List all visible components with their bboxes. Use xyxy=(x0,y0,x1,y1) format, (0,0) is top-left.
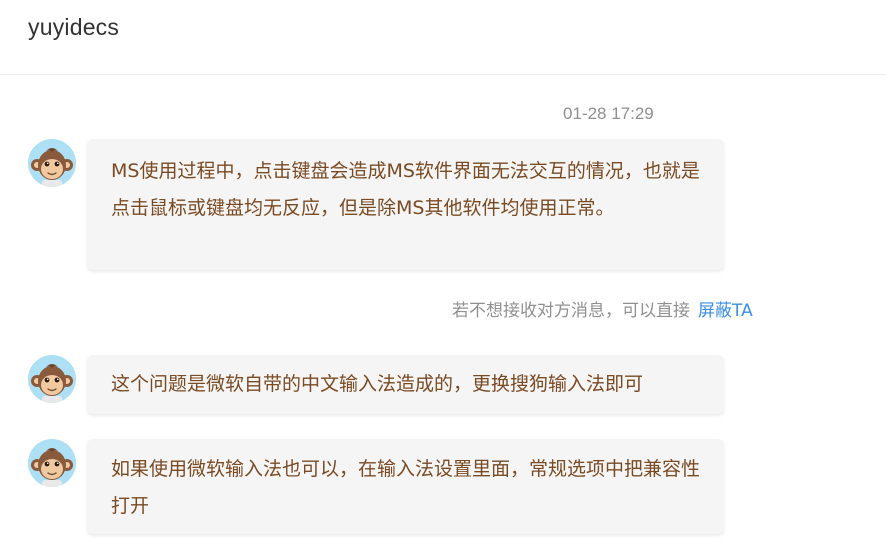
monkey-avatar-icon xyxy=(28,139,76,187)
chat-header: yuyidecs xyxy=(0,0,886,75)
message-bubble: MS使用过程中，点击键盘会造成MS软件界面无法交互的情况，也就是点击鼠标或键盘均… xyxy=(87,139,724,270)
message-text: 这个问题是微软自带的中文输入法造成的，更换搜狗输入法即可 xyxy=(111,373,644,395)
sender-avatar[interactable] xyxy=(28,139,76,187)
block-notice-text: 若不想接收对方消息，可以直接 xyxy=(452,301,690,321)
block-notice: 若不想接收对方消息，可以直接 屏蔽TA xyxy=(452,296,753,321)
message-bubble: 这个问题是微软自带的中文输入法造成的，更换搜狗输入法即可 xyxy=(87,355,724,414)
message-text: MS使用过程中，点击键盘会造成MS软件界面无法交互的情况，也就是点击鼠标或键盘均… xyxy=(111,160,700,219)
sender-avatar[interactable] xyxy=(28,355,76,403)
monkey-avatar-icon xyxy=(28,439,76,487)
message-bubble: 如果使用微软输入法也可以，在输入法设置里面，常规选项中把兼容性打开 xyxy=(87,439,724,534)
block-contact-link[interactable]: 屏蔽TA xyxy=(698,301,753,321)
message-text: 如果使用微软输入法也可以，在输入法设置里面，常规选项中把兼容性打开 xyxy=(111,458,701,517)
message-timestamp: 01-28 17:29 xyxy=(563,104,654,123)
sender-avatar[interactable] xyxy=(28,439,76,487)
chat-window: yuyidecs 01-28 17:29 MS使用过程中，点击键盘会造成MS软件… xyxy=(0,0,886,552)
monkey-avatar-icon xyxy=(28,355,76,403)
contact-name: yuyidecs xyxy=(28,14,120,40)
